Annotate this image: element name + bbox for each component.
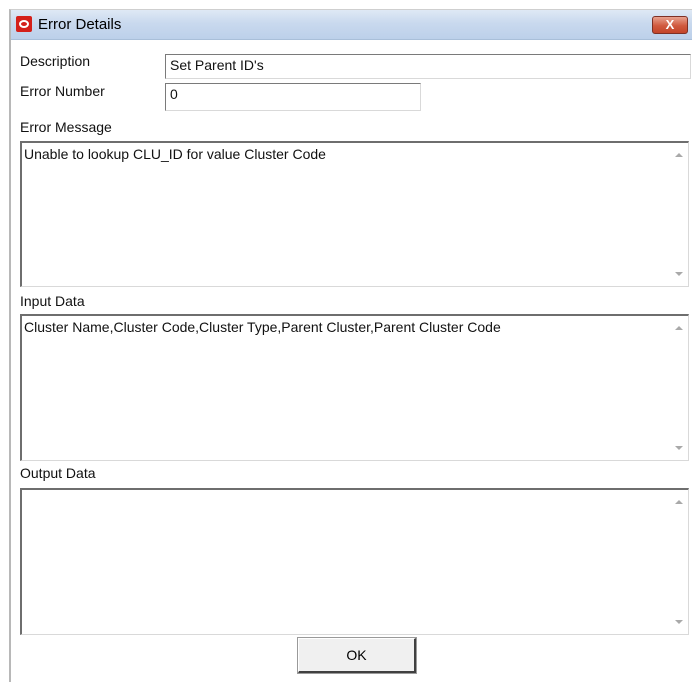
dialog-content: Description Set Parent ID's Error Number…: [11, 41, 692, 683]
input-data-text: Cluster Name,Cluster Code,Cluster Type,P…: [24, 319, 501, 335]
title-bar[interactable]: Error Details X: [11, 10, 692, 40]
error-details-window: Error Details X Description Set Parent I…: [9, 9, 692, 683]
error-number-label: Error Number: [20, 83, 105, 99]
scroll-up-icon[interactable]: [675, 326, 683, 330]
scroll-down-icon[interactable]: [675, 272, 683, 276]
scroll-up-icon[interactable]: [675, 500, 683, 504]
scroll-down-icon[interactable]: [675, 620, 683, 624]
output-data-textarea[interactable]: [20, 488, 689, 635]
description-field[interactable]: Set Parent ID's: [165, 54, 691, 79]
ok-button[interactable]: OK: [297, 637, 417, 674]
error-message-label: Error Message: [20, 119, 112, 135]
output-data-scrollbar[interactable]: [671, 490, 688, 634]
input-data-label: Input Data: [20, 293, 85, 309]
scroll-up-icon[interactable]: [675, 153, 683, 157]
error-message-scrollbar[interactable]: [671, 143, 688, 286]
close-button[interactable]: X: [652, 16, 688, 34]
input-data-textarea[interactable]: Cluster Name,Cluster Code,Cluster Type,P…: [20, 314, 689, 461]
error-message-text: Unable to lookup CLU_ID for value Cluste…: [24, 146, 326, 162]
window-title: Error Details: [38, 16, 122, 33]
description-label: Description: [20, 53, 91, 69]
output-data-label: Output Data: [20, 465, 96, 481]
scroll-down-icon[interactable]: [675, 446, 683, 450]
input-data-scrollbar[interactable]: [671, 316, 688, 460]
error-number-field[interactable]: 0: [165, 83, 421, 111]
oracle-logo-icon: [16, 16, 32, 32]
error-message-textarea[interactable]: Unable to lookup CLU_ID for value Cluste…: [20, 141, 689, 287]
